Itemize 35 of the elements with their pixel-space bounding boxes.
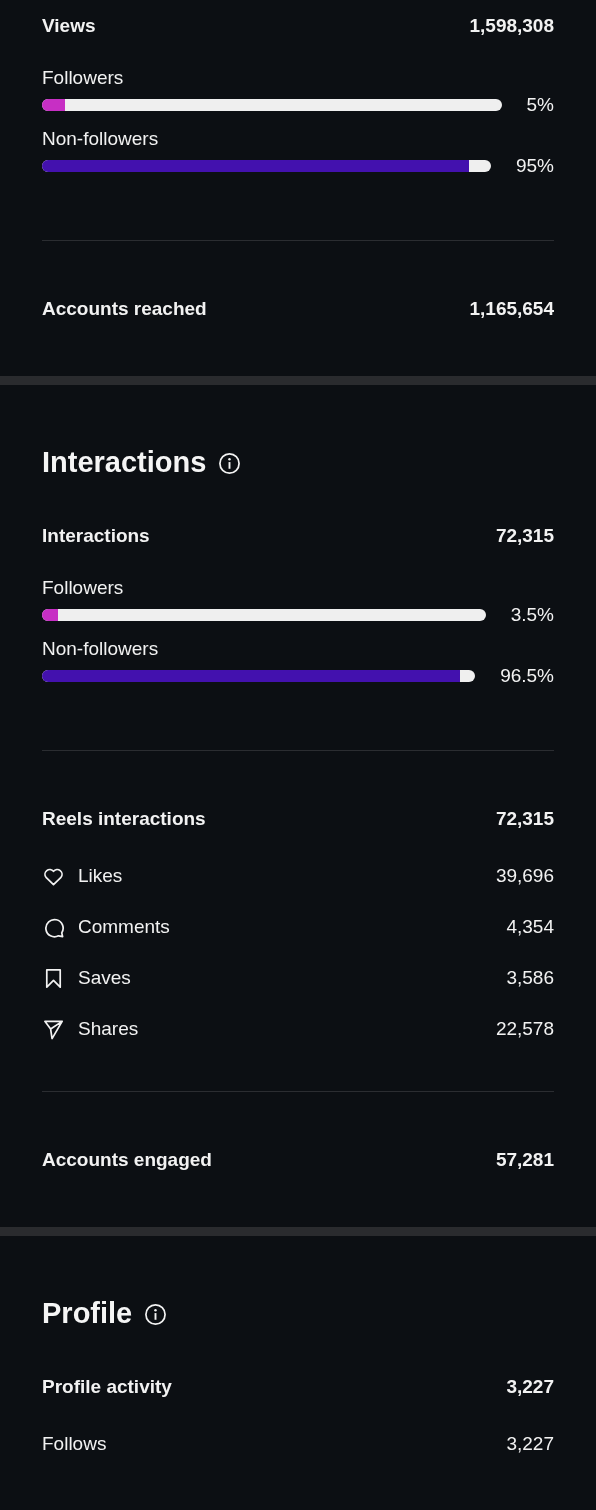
metric-label: Interactions	[42, 523, 150, 548]
metric-label: Profile activity	[42, 1374, 172, 1399]
metric-value: 3,227	[506, 1374, 554, 1399]
info-icon[interactable]	[218, 451, 242, 475]
metric-label: Followers	[42, 577, 125, 599]
paper-plane-icon	[42, 1017, 65, 1041]
metric-value: 57,281	[495, 1147, 554, 1172]
metric-label: Follows	[42, 1431, 107, 1456]
metric-value: 72,315	[495, 806, 554, 831]
metric-label: Comments	[78, 914, 170, 939]
metric-value: 3,586	[506, 965, 554, 990]
metric-label: Reels interactions	[42, 806, 206, 831]
metric-label: Accounts reached	[42, 296, 207, 321]
info-icon[interactable]	[144, 1302, 168, 1326]
metric-label: Followers	[42, 67, 125, 89]
metric-value: 5%	[526, 92, 554, 117]
metric-value: 22,578	[495, 1016, 554, 1041]
section-heading: Interactions	[42, 445, 207, 481]
metric-value: 39,696	[495, 863, 554, 888]
metric-value: 4,354	[506, 914, 554, 939]
metric-label: Accounts engaged	[42, 1147, 212, 1172]
metric-label: Saves	[78, 965, 131, 990]
metric-value: 1,598,308	[469, 13, 554, 38]
metric-label: Non-followers	[42, 638, 160, 660]
metric-label: Non-followers	[42, 128, 160, 150]
metric-value: 95%	[515, 153, 554, 178]
metric-value: 96.5%	[500, 663, 554, 688]
metric-value: 3,227	[506, 1431, 554, 1456]
metric-value: 3.5%	[510, 602, 554, 627]
metric-label: Views	[42, 13, 96, 38]
metric-value: 72,315	[495, 523, 554, 548]
metric-label: Likes	[78, 863, 123, 888]
section-heading: Profile	[42, 1296, 133, 1332]
metric-label: Shares	[78, 1016, 139, 1041]
metric-value: 1,165,654	[469, 296, 554, 321]
